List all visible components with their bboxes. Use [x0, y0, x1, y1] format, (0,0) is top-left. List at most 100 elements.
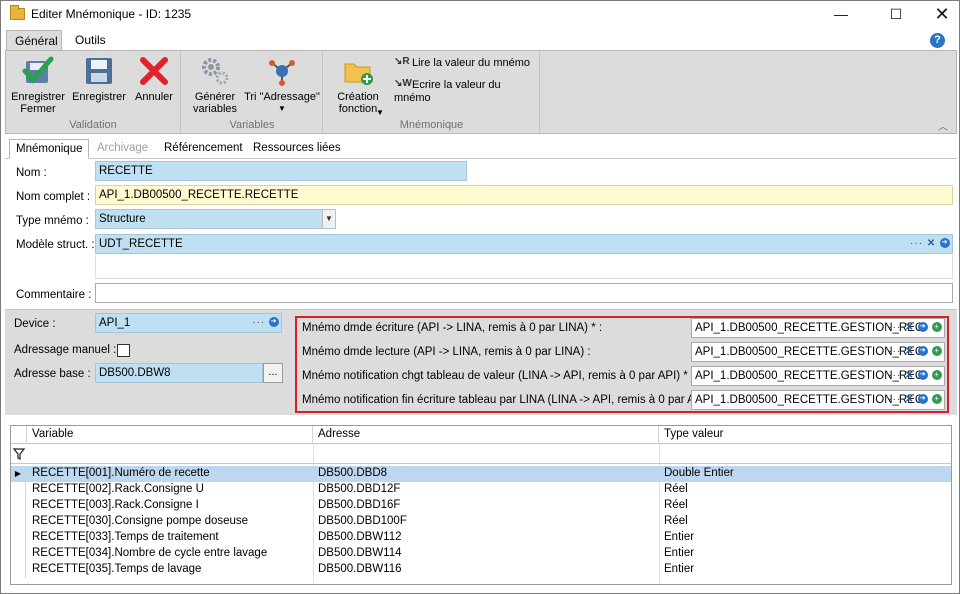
browse-icon[interactable]: ··· — [888, 370, 901, 381]
table-row[interactable]: RECETTE[002].Rack.Consigne U DB500.DBD12… — [11, 482, 951, 498]
modele-label: Modèle struct. : — [16, 239, 95, 251]
help-icon[interactable]: ? — [930, 33, 945, 48]
goto-icon[interactable]: ➜ — [918, 346, 929, 357]
sort-addressing-label: Tri "Adressage" — [244, 91, 320, 103]
clear-icon[interactable]: ✕ — [905, 370, 914, 381]
sort-addressing-button[interactable]: Tri "Adressage" ▼ — [244, 55, 320, 115]
clear-icon[interactable]: ✕ — [905, 394, 914, 405]
tab-archivage[interactable]: Archivage — [91, 139, 154, 159]
row-selector-header — [11, 426, 27, 444]
add-icon[interactable]: + — [932, 322, 942, 333]
ribbon: Enregistrer Fermer Enregistrer Annuler V… — [5, 50, 957, 134]
cell-type: Entier — [664, 531, 695, 543]
type-mnemo-select[interactable]: Structure ▼ — [95, 209, 336, 229]
add-icon[interactable]: + — [932, 394, 942, 405]
field-actions: ··· ✕ ➜ + — [888, 370, 942, 381]
browse-icon[interactable]: ··· — [888, 322, 901, 333]
gears-icon — [199, 55, 231, 87]
commentaire-label: Commentaire : — [16, 289, 92, 301]
clear-icon[interactable]: ✕ — [927, 238, 936, 249]
network-icon — [266, 55, 298, 87]
table-row[interactable]: RECETTE[003].Rack.Consigne I DB500.DBD16… — [11, 498, 951, 514]
generate-variables-button[interactable]: Générer variables — [186, 55, 244, 115]
clear-icon[interactable]: ✕ — [905, 346, 914, 357]
filter-icon[interactable] — [13, 448, 25, 460]
column-header-type-valeur[interactable]: Type valeur — [659, 426, 951, 444]
tab-mnemonique[interactable]: Mnémonique — [9, 139, 90, 159]
table-row[interactable]: ▶ RECETTE[001].Numéro de recette DB500.D… — [11, 466, 951, 482]
goto-icon[interactable]: ➜ — [269, 317, 279, 328]
adresse-base-browse-button[interactable]: ... — [263, 363, 283, 383]
nom-field[interactable]: RECETTE — [95, 161, 467, 181]
mnemo-write-request-field[interactable]: API_1.DB00500_RECETTE.GESTION_REC ··· ✕ … — [691, 318, 945, 338]
ribbon-group-variables: Générer variables Tri "Adressage" ▼ Vari… — [182, 51, 323, 133]
browse-icon[interactable]: ··· — [888, 346, 901, 357]
table-row[interactable]: RECETTE[034].Nombre de cycle entre lavag… — [11, 546, 951, 562]
read-value-label: Lire la valeur du mnémo — [412, 56, 531, 69]
goto-icon[interactable]: ➜ — [918, 394, 929, 405]
variables-grid: Variable Adresse Type valeur ▶ RECETTE[0… — [10, 425, 952, 585]
folder-add-icon — [342, 55, 374, 87]
cell-adresse: DB500.DBW114 — [318, 547, 402, 559]
add-icon[interactable]: + — [932, 370, 942, 381]
table-row[interactable]: RECETTE[035].Temps de lavage DB500.DBW11… — [11, 562, 951, 578]
type-mnemo-value: Structure — [99, 213, 146, 225]
goto-icon[interactable]: ➜ — [940, 238, 950, 249]
column-header-adresse[interactable]: Adresse — [313, 426, 659, 444]
tab-referencement[interactable]: Référencement — [158, 139, 249, 159]
save-close-label: Enregistrer Fermer — [11, 91, 65, 115]
maximize-button[interactable]: ☐ — [873, 1, 919, 29]
nom-complet-field[interactable]: API_1.DB00500_RECETTE.RECETTE — [95, 185, 953, 205]
cancel-button[interactable]: Annuler — [130, 55, 178, 103]
mnemo-write-end-field[interactable]: API_1.DB00500_RECETTE.GESTION_REC ··· ✕ … — [691, 390, 945, 410]
cell-variable: RECETTE[030].Consigne pompe doseuse — [32, 515, 249, 527]
detail-tabs: Mnémonique Archivage Référencement Resso… — [5, 138, 957, 159]
read-value-button[interactable]: ↘R Lire la valeur du mnémo — [394, 56, 530, 70]
cancel-label: Annuler — [135, 91, 173, 103]
save-button[interactable]: Enregistrer — [70, 55, 128, 103]
cell-variable: RECETTE[001].Numéro de recette — [32, 467, 210, 479]
tab-general[interactable]: Général — [6, 30, 62, 51]
mnemo-read-request-field[interactable]: API_1.DB00500_RECETTE.GESTION_REC ··· ✕ … — [691, 342, 945, 362]
browse-icon[interactable]: ··· — [252, 317, 265, 328]
create-function-button[interactable]: Création fonction ▼ — [328, 55, 388, 117]
cell-adresse: DB500.DBD8 — [318, 467, 388, 479]
adresse-base-field[interactable]: DB500.DBW8 — [95, 363, 263, 383]
column-header-variable[interactable]: Variable — [27, 426, 313, 444]
mnemo-links-highlight: Mnémo dmde écriture (API -> LINA, remis … — [295, 316, 949, 413]
browse-icon[interactable]: ··· — [910, 238, 923, 249]
adressage-manuel-checkbox[interactable] — [117, 344, 130, 357]
browse-icon[interactable]: ··· — [888, 394, 901, 405]
tab-outils[interactable]: Outils — [67, 30, 114, 51]
close-button[interactable]: ✕ — [919, 1, 960, 29]
folder-icon — [10, 5, 25, 20]
minimize-button[interactable]: — — [818, 1, 864, 29]
save-close-button[interactable]: Enregistrer Fermer — [8, 55, 68, 115]
table-row[interactable]: RECETTE[033].Temps de traitement DB500.D… — [11, 530, 951, 546]
add-icon[interactable]: + — [932, 346, 942, 357]
device-field[interactable]: API_1 ··· ➜ — [95, 313, 282, 333]
cell-adresse: DB500.DBW112 — [318, 531, 402, 543]
goto-icon[interactable]: ➜ — [918, 370, 929, 381]
dropdown-arrow-icon: ▼ — [278, 104, 286, 113]
cell-type: Réel — [664, 515, 688, 527]
goto-icon[interactable]: ➜ — [918, 322, 929, 333]
collapse-ribbon-icon[interactable]: ︿ — [938, 118, 948, 133]
table-row[interactable]: RECETTE[030].Consigne pompe doseuse DB50… — [11, 514, 951, 530]
mnemonic-form: Nom : RECETTE Nom complet : API_1.DB0050… — [5, 159, 957, 309]
modele-value: UDT_RECETTE — [99, 238, 183, 250]
group-label-validation: Validation — [69, 119, 117, 131]
clear-icon[interactable]: ✕ — [905, 322, 914, 333]
grid-filter-row[interactable] — [11, 445, 951, 464]
mnemo-change-notify-field[interactable]: API_1.DB00500_RECETTE.GESTION_REC ··· ✕ … — [691, 366, 945, 386]
field-actions: ··· ✕ ➜ + — [888, 394, 942, 405]
modele-field[interactable]: UDT_RECETTE ··· ✕ ➜ — [95, 234, 953, 254]
chevron-down-icon[interactable]: ▼ — [322, 210, 335, 228]
current-row-icon: ▶ — [11, 466, 26, 482]
ribbon-group-mnemonique: Création fonction ▼ ↘R Lire la valeur du … — [324, 51, 540, 133]
commentaire-field[interactable] — [95, 283, 953, 303]
tab-ressources-liees[interactable]: Ressources liées — [247, 139, 347, 159]
write-value-button[interactable]: ↘WEcrire la valeur du mnémo — [394, 78, 539, 104]
cell-type: Entier — [664, 563, 695, 575]
adresse-base-label: Adresse base : — [14, 368, 91, 380]
